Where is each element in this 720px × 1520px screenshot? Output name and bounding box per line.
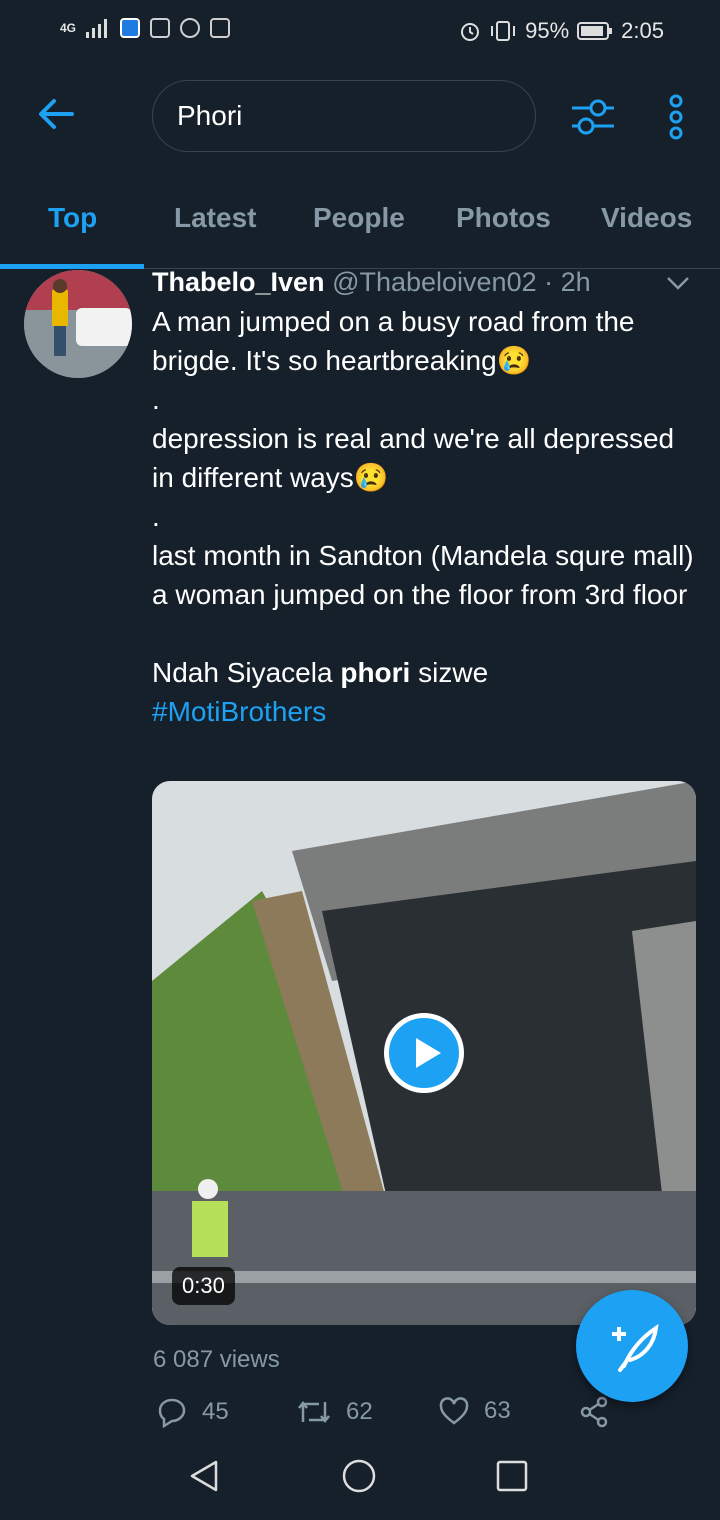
- search-filter-icon[interactable]: [570, 94, 616, 140]
- tweet-line: A man jumped on a busy road from the bri…: [152, 306, 635, 376]
- news-notification-icon: [210, 18, 231, 38]
- tweet-video[interactable]: 0:30: [152, 781, 696, 1325]
- reply-button[interactable]: 45: [156, 1396, 229, 1428]
- back-arrow-icon[interactable]: [36, 94, 76, 134]
- view-count: 6 087 views: [153, 1346, 280, 1373]
- tweet-line: .: [152, 501, 160, 532]
- status-bar: 4G 95% 2:05: [0, 0, 720, 62]
- mail-notification-icon: [150, 18, 171, 38]
- search-header: Phori: [0, 80, 720, 152]
- search-tabs: Top Latest People Photos Videos: [0, 190, 720, 269]
- author-name[interactable]: Thabelo_Iven: [152, 267, 325, 297]
- heart-icon: [439, 1397, 469, 1425]
- tweet-line: .: [152, 384, 160, 415]
- play-icon: [416, 1038, 441, 1068]
- tab-top[interactable]: Top: [48, 202, 97, 234]
- tweet-text-part: Ndah Siyacela: [152, 657, 341, 688]
- active-tab-indicator: [0, 264, 144, 269]
- video-duration: 0:30: [172, 1267, 235, 1305]
- more-options-icon[interactable]: [664, 94, 688, 140]
- tab-videos[interactable]: Videos: [601, 202, 692, 234]
- search-input[interactable]: Phori: [152, 80, 536, 152]
- network-type: 4G: [60, 21, 77, 35]
- reply-icon: [158, 1398, 186, 1428]
- tweet-text: A man jumped on a busy road from the bri…: [152, 302, 702, 731]
- battery-icon: [577, 22, 613, 40]
- signal-icon: [86, 19, 108, 38]
- tab-latest[interactable]: Latest: [174, 202, 256, 234]
- tweet-time: · 2h: [544, 267, 591, 297]
- tweet-line: last month in Sandton (Mandela squre mal…: [152, 540, 694, 610]
- chevron-down-icon[interactable]: [666, 276, 690, 290]
- tab-photos[interactable]: Photos: [456, 202, 551, 234]
- tab-people[interactable]: People: [313, 202, 405, 234]
- like-button[interactable]: 63: [438, 1396, 511, 1426]
- compose-feather-icon: [612, 1323, 659, 1372]
- nav-home-icon[interactable]: [341, 1458, 377, 1494]
- hashtag-link[interactable]: #MotiBrothers: [152, 692, 702, 731]
- shield-notification-icon: [120, 18, 141, 38]
- retweet-icon: [298, 1400, 330, 1424]
- facebook-notification-icon: [180, 18, 201, 38]
- retweet-count: 62: [346, 1398, 373, 1425]
- tweet-line: Ndah Siyacela phori sizwe: [152, 653, 702, 692]
- vibrate-icon: [491, 21, 516, 41]
- search-match: phori: [340, 657, 411, 688]
- tweet[interactable]: Thabelo_Iven @Thabeloiven02 · 2h A man j…: [152, 262, 702, 731]
- tweet-text-part: sizwe: [410, 657, 489, 688]
- clock: 2:05: [621, 18, 664, 43]
- system-navigation-bar: [0, 1430, 720, 1520]
- compose-tweet-button[interactable]: [576, 1290, 688, 1402]
- reply-count: 45: [202, 1398, 229, 1425]
- nav-recents-icon[interactable]: [494, 1458, 530, 1494]
- like-count: 63: [484, 1397, 511, 1424]
- retweet-button[interactable]: 62: [296, 1396, 373, 1428]
- author-handle[interactable]: @Thabeloiven02: [332, 267, 537, 297]
- battery-percent: 95%: [525, 18, 570, 43]
- play-button[interactable]: [384, 1013, 464, 1093]
- tweet-line: depression is real and we're all depress…: [152, 423, 675, 493]
- avatar[interactable]: [24, 270, 132, 378]
- alarm-icon: [461, 23, 480, 41]
- nav-back-icon[interactable]: [186, 1458, 222, 1494]
